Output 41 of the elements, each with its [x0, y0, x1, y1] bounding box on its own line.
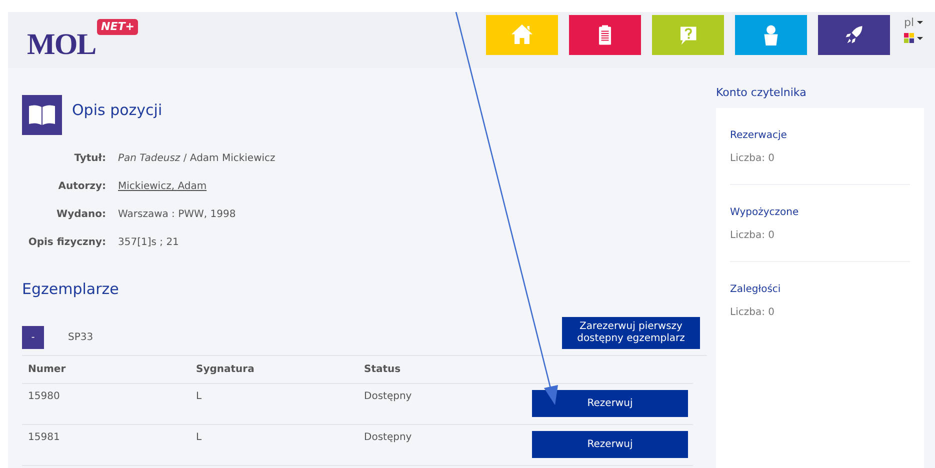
table-cell-text: 15981 — [27, 431, 61, 445]
count-text: Liczba: 0 — [730, 307, 776, 318]
column-header: Sygnatura — [195, 363, 256, 377]
field-label: Wydano: — [56, 208, 106, 222]
section-title: Egzemplarze — [22, 280, 120, 298]
nav-tile[interactable] — [735, 15, 807, 55]
field-value: 357[1]s ; 21 — [118, 236, 179, 250]
field-value: Warszawa : PWW, 1998 — [118, 208, 236, 222]
book-icon — [22, 95, 62, 135]
nav-tile[interactable] — [569, 15, 641, 55]
field-label: Tytuł: — [73, 152, 106, 166]
reserve-button[interactable]: Rezerwuj — [532, 390, 688, 417]
logo-text[interactable]: MOL — [27, 30, 96, 60]
author-link[interactable]: Mickiewicz, Adam — [118, 180, 207, 194]
language-dropdown[interactable]: pl — [904, 16, 924, 29]
field-label: Opis fizyczny: — [27, 236, 106, 250]
table-cell-text: 15980 — [27, 390, 61, 404]
account-link[interactable]: Rezerwacje — [730, 130, 910, 141]
table-cell-text: L — [195, 390, 203, 404]
logo-badge: NET+ — [97, 19, 138, 35]
theme-dropdown[interactable] — [904, 33, 924, 43]
account-link[interactable]: Zaległości — [730, 284, 910, 295]
account-link[interactable]: Wypożyczone — [730, 207, 910, 218]
field-value: Pan Tadeusz / Adam Mickiewicz — [118, 152, 276, 166]
nav-tile[interactable] — [486, 15, 558, 55]
count-text: Liczba: 0 — [730, 153, 776, 164]
section-title: Opis pozycji — [72, 101, 162, 119]
nav-tile[interactable] — [652, 15, 724, 55]
reserve-first-button[interactable]: Zarezerwuj pierwszy dostępny egzemplarz — [562, 316, 700, 348]
table-cell-text: Dostępny — [363, 390, 413, 404]
count-text: Liczba: 0 — [730, 230, 776, 241]
table-cell-text: Dostępny — [363, 431, 413, 445]
column-header: Status — [363, 363, 402, 377]
sidebar-title: Konto czytelnika — [716, 86, 808, 99]
field-label: Autorzy: — [57, 180, 106, 194]
location-name: SP33 — [68, 332, 94, 343]
nav-tile[interactable] — [818, 15, 890, 55]
table-cell-text: L — [195, 431, 203, 445]
collapse-button[interactable]: - — [22, 326, 44, 349]
reserve-button[interactable]: Rezerwuj — [532, 431, 688, 458]
column-header: Numer — [27, 363, 67, 377]
